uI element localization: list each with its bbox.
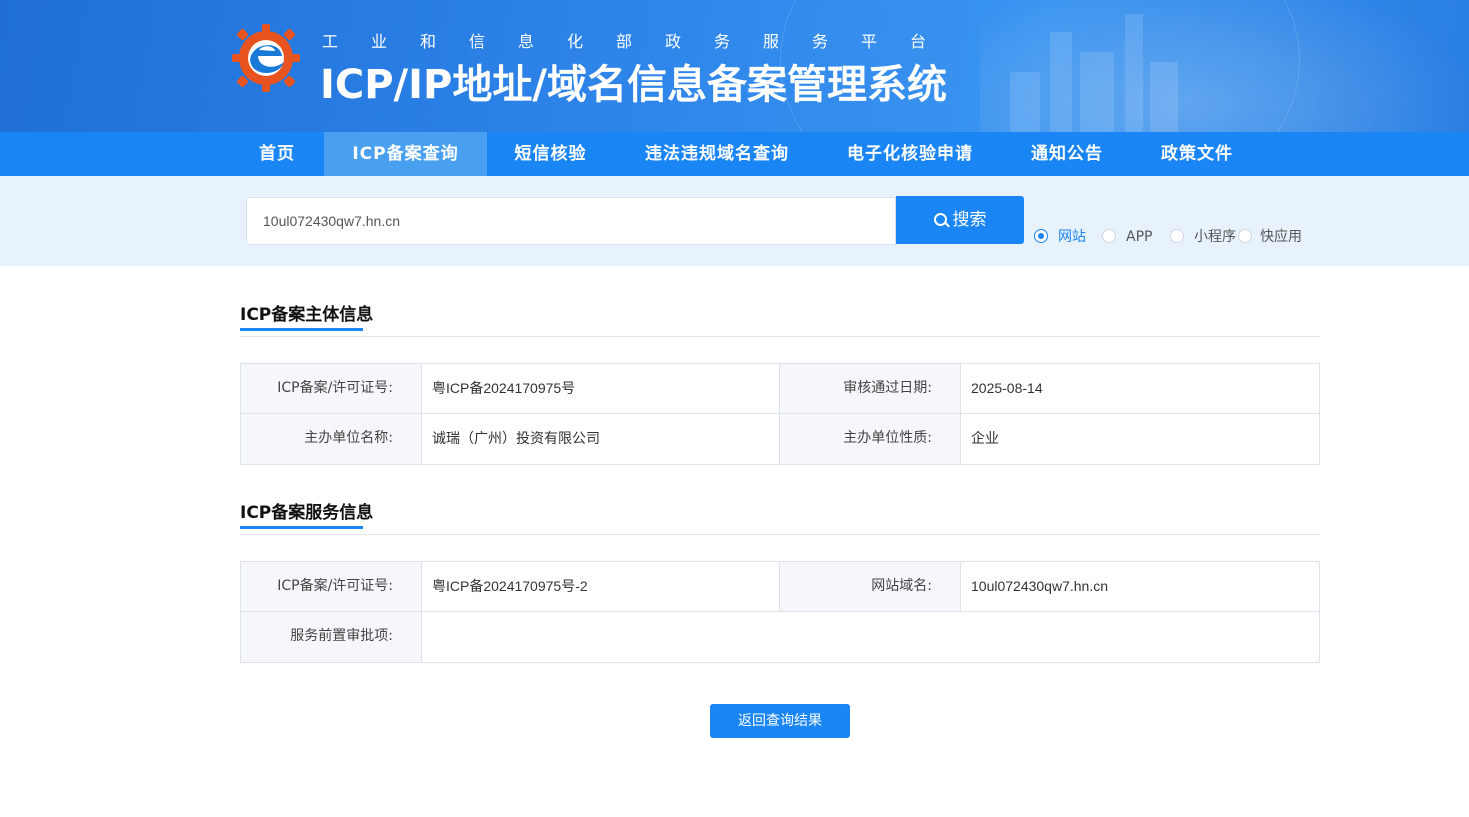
value-website-domain: 10ul072430qw7.hn.cn — [971, 578, 1109, 594]
label-service-license-no: ICP备案/许可证号: — [241, 562, 422, 611]
service-section-title: ICP备案服务信息 — [240, 498, 373, 529]
value-pre-approval-items — [422, 612, 1319, 662]
label-license-no: ICP备案/许可证号: — [241, 364, 422, 413]
radio-miniprogram[interactable]: 小程序 — [1170, 228, 1236, 246]
value-organizer-type: 企业 — [971, 430, 999, 446]
value-license-no: 粤ICP备2024170975号 — [422, 364, 780, 413]
subject-section-title: ICP备案主体信息 — [240, 300, 373, 331]
main-nav: 首页 ICP备案查询 短信核验 违法违规域名查询 电子化核验申请 通知公告 政策… — [0, 132, 1469, 176]
banner-building — [1050, 32, 1072, 132]
banner-building — [1150, 62, 1178, 132]
label-approval-date: 审核通过日期: — [780, 364, 961, 413]
nav-item-notices[interactable]: 通知公告 — [1000, 132, 1134, 176]
section-divider — [240, 534, 1320, 535]
nav-item-e-verify-apply[interactable]: 电子化核验申请 — [820, 132, 1000, 176]
nav-item-sms-verify[interactable]: 短信核验 — [487, 132, 614, 176]
value-approval-date: 2025-08-14 — [971, 380, 1043, 396]
banner-building — [1080, 52, 1114, 132]
banner-subtitle: 工业和信息化部政务服务平台 — [322, 32, 960, 51]
nav-item-policy-docs[interactable]: 政策文件 — [1134, 132, 1260, 176]
nav-item-home[interactable]: 首页 — [230, 132, 324, 176]
service-info-table: ICP备案/许可证号: 粤ICP备2024170975号-2 网站域名: 10u… — [240, 561, 1320, 663]
header-banner: 工业和信息化部政务服务平台 ICP/IP地址/域名信息备案管理系统 — [0, 0, 1469, 132]
label-pre-approval-items: 服务前置审批项: — [241, 612, 422, 662]
radio-dot — [1170, 229, 1184, 243]
radio-label: 小程序 — [1194, 229, 1236, 245]
search-icon — [933, 213, 947, 226]
label-organizer-name: 主办单位名称: — [241, 414, 422, 464]
search-input[interactable]: 10ul072430qw7.hn.cn — [246, 197, 896, 245]
value-service-license-no: 粤ICP备2024170975号-2 — [422, 562, 780, 611]
value-organizer-name: 诚瑞（广州）投资有限公司 — [422, 414, 780, 464]
radio-label: APP — [1126, 229, 1153, 245]
miit-logo-icon — [232, 24, 300, 92]
section-divider — [240, 336, 1320, 337]
label-organizer-type: 主办单位性质: — [780, 414, 961, 464]
banner-building — [1125, 14, 1143, 132]
radio-label: 网站 — [1058, 229, 1086, 245]
back-to-results-button[interactable]: 返回查询结果 — [710, 704, 850, 738]
radio-dot-checked — [1034, 229, 1048, 243]
radio-label: 快应用 — [1260, 229, 1302, 245]
table-row: ICP备案/许可证号: 粤ICP备2024170975号-2 网站域名: 10u… — [241, 562, 1319, 612]
page-title: ICP/IP地址/域名信息备案管理系统 — [320, 62, 947, 108]
radio-dot — [1102, 229, 1116, 243]
table-row: 主办单位名称: 诚瑞（广州）投资有限公司 主办单位性质: 企业 — [241, 414, 1319, 464]
nav-item-icp-query[interactable]: ICP备案查询 — [324, 132, 487, 176]
search-button[interactable]: 搜索 — [896, 196, 1024, 244]
banner-building — [1010, 72, 1040, 132]
search-button-label: 搜索 — [952, 210, 987, 230]
table-row: 服务前置审批项: — [241, 612, 1319, 662]
radio-website[interactable]: 网站 — [1034, 228, 1086, 246]
radio-quickapp[interactable]: 快应用 — [1238, 228, 1302, 246]
subject-info-table: ICP备案/许可证号: 粤ICP备2024170975号 审核通过日期: 202… — [240, 363, 1320, 465]
nav-item-illegal-domain-query[interactable]: 违法违规域名查询 — [614, 132, 820, 176]
radio-dot — [1238, 229, 1252, 243]
label-website-domain: 网站域名: — [780, 562, 961, 611]
radio-app[interactable]: APP — [1102, 228, 1152, 246]
table-row: ICP备案/许可证号: 粤ICP备2024170975号 审核通过日期: 202… — [241, 364, 1319, 414]
